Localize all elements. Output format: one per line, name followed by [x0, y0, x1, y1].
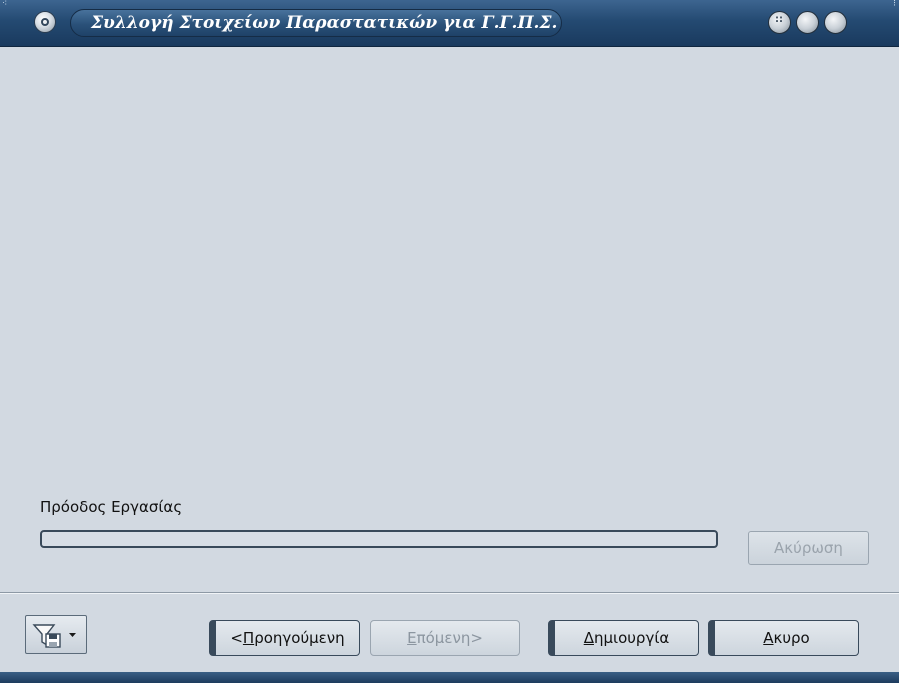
progress-label: Πρόοδος Εργασίας	[40, 498, 183, 516]
system-menu-icon[interactable]	[34, 11, 56, 33]
window-titlebar[interactable]: ⁖ Συλλογή Στοιχείων Παραστατικών για Γ.Γ…	[0, 0, 899, 47]
footer-separator	[0, 592, 899, 594]
window-bottom-border	[0, 672, 899, 683]
filter-save-icon	[32, 624, 76, 648]
next-button-suffix: >	[470, 629, 483, 647]
next-button[interactable]: Επόμενη >	[370, 620, 520, 656]
filter-save-button[interactable]	[25, 615, 87, 654]
previous-button-prefix: <	[230, 629, 243, 647]
dialog-client-area	[0, 47, 899, 683]
close-button[interactable]	[824, 11, 847, 34]
maximize-button[interactable]	[796, 11, 819, 34]
resize-grip-icon[interactable]: ⁝	[893, 0, 896, 9]
progress-bar	[40, 530, 718, 548]
resize-grip-icon[interactable]: ⁖	[2, 0, 7, 9]
cancel-button[interactable]: Ακυρο	[708, 620, 859, 656]
create-button[interactable]: Δημιουργία	[548, 620, 699, 656]
window-title: Συλλογή Στοιχείων Παραστατικών για Γ.Γ.Π…	[91, 13, 558, 33]
abort-button[interactable]: Ακύρωση	[748, 531, 869, 565]
previous-button[interactable]: < Προηγούμενη	[209, 620, 360, 656]
cancel-button-mnemonic: Α	[763, 629, 774, 647]
previous-button-mnemonic: Π	[242, 629, 255, 647]
next-button-mnemonic: Ε	[407, 629, 417, 647]
minimize-button[interactable]	[768, 11, 791, 34]
cancel-button-label: κυρο	[773, 629, 810, 647]
title-pill: Συλλογή Στοιχείων Παραστατικών για Γ.Γ.Π…	[70, 9, 562, 37]
create-button-label: ημιουργία	[593, 629, 670, 647]
create-button-mnemonic: Δ	[583, 629, 594, 647]
previous-button-label: ροηγούμενη	[254, 629, 345, 647]
next-button-label: πόμενη	[416, 629, 471, 647]
